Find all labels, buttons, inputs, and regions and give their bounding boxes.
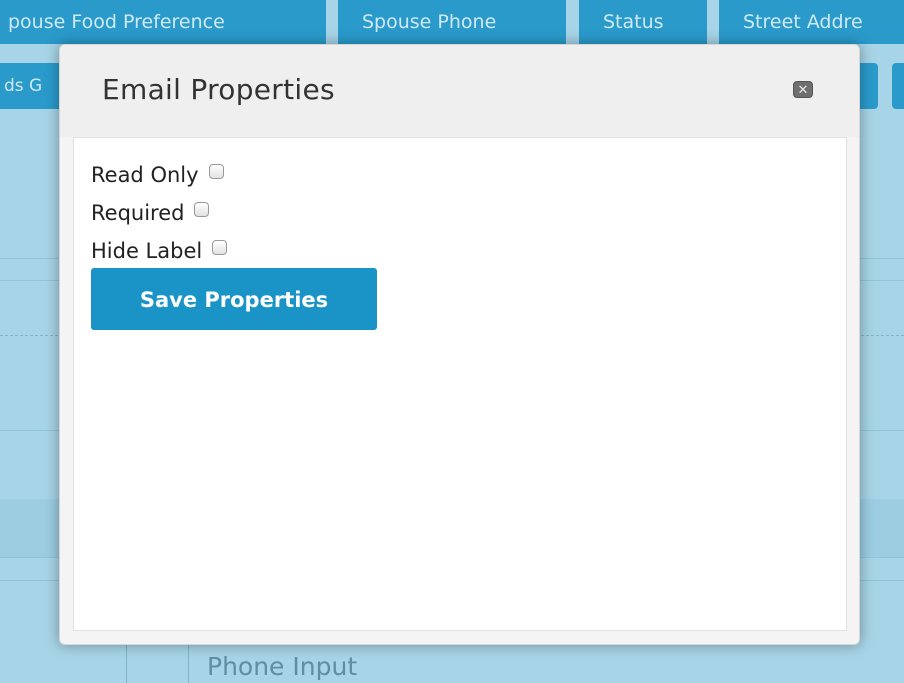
column-tab-row: pouse Food Preference Spouse Phone Statu… xyxy=(0,0,904,44)
email-properties-dialog: Email Properties ✕ Read Only Required Hi… xyxy=(59,44,860,645)
column-tab-spouse-phone[interactable]: Spouse Phone xyxy=(338,0,566,44)
save-properties-button[interactable]: Save Properties xyxy=(91,268,377,330)
hide-label-checkbox[interactable] xyxy=(212,239,228,255)
column-divider xyxy=(126,645,127,683)
option-required: Required xyxy=(91,196,210,230)
close-icon[interactable]: ✕ xyxy=(793,81,813,98)
column-tab-status[interactable]: Status xyxy=(579,0,707,44)
option-read-only: Read Only xyxy=(91,158,224,192)
option-hide-label: Hide Label xyxy=(91,234,228,268)
required-label: Required xyxy=(91,201,185,225)
column-tab-street-address[interactable]: Street Addre xyxy=(719,0,904,44)
required-checkbox[interactable] xyxy=(194,201,210,217)
hide-label-label: Hide Label xyxy=(91,239,203,263)
field-tab-edge-right[interactable] xyxy=(892,63,904,109)
field-tab-edge[interactable] xyxy=(858,63,878,109)
read-only-checkbox[interactable] xyxy=(208,163,224,179)
dialog-body: Read Only Required Hide Label Save Prope… xyxy=(73,137,847,631)
column-divider xyxy=(188,645,189,683)
column-tab-spouse-food-preference[interactable]: pouse Food Preference xyxy=(0,0,326,44)
dialog-header: Email Properties ✕ xyxy=(60,45,859,137)
phone-input-label: Phone Input xyxy=(207,652,358,681)
dialog-title: Email Properties xyxy=(102,73,335,106)
read-only-label: Read Only xyxy=(91,163,199,187)
